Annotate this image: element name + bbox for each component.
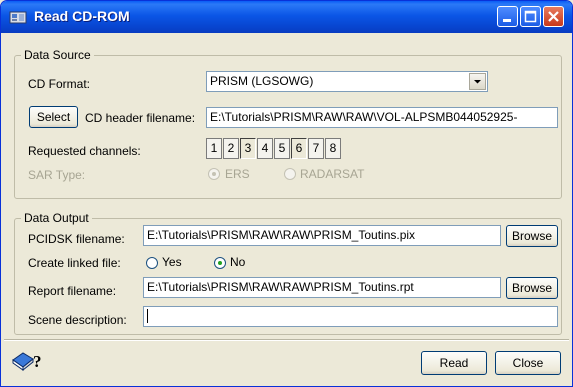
- scene-description-field[interactable]: [143, 306, 558, 327]
- channel-3-button[interactable]: 3: [240, 138, 256, 159]
- help-book-icon: ?: [12, 352, 42, 372]
- scene-description-label: Scene description:: [28, 313, 127, 327]
- read-button[interactable]: Read: [421, 351, 487, 375]
- cd-header-label: CD header filename:: [85, 111, 196, 125]
- channel-2-button[interactable]: 2: [223, 138, 239, 159]
- cd-format-label: CD Format:: [28, 77, 91, 91]
- linked-yes-radio[interactable]: [146, 257, 158, 269]
- channel-7-button[interactable]: 7: [308, 138, 324, 159]
- chevron-down-icon[interactable]: [469, 73, 486, 90]
- data-output-legend: Data Output: [21, 211, 92, 225]
- cd-format-select[interactable]: PRISM (LGSOWG): [206, 71, 488, 92]
- requested-channels-label: Requested channels:: [28, 144, 141, 158]
- linked-file-label: Create linked file:: [28, 256, 121, 270]
- pcidsk-label: PCIDSK filename:: [28, 232, 125, 246]
- help-button[interactable]: ?: [11, 347, 45, 373]
- sar-type-label: SAR Type:: [28, 168, 86, 182]
- close-button[interactable]: Close: [495, 351, 561, 375]
- minimize-button[interactable]: [497, 6, 518, 27]
- channel-5-button[interactable]: 5: [274, 138, 290, 159]
- pcidsk-browse-button[interactable]: Browse: [506, 225, 558, 247]
- linked-no-radio[interactable]: [214, 257, 226, 269]
- cd-header-field[interactable]: E:\Tutorials\PRISM\RAW\RAW\VOL-ALPSMB044…: [206, 107, 558, 128]
- close-icon: [548, 11, 559, 22]
- maximize-icon: [524, 10, 537, 23]
- svg-text:?: ?: [33, 352, 42, 371]
- window-title: Read CD-ROM: [34, 8, 130, 24]
- maximize-button[interactable]: [520, 6, 541, 27]
- channel-4-button[interactable]: 4: [257, 138, 273, 159]
- text-cursor: [147, 309, 148, 323]
- minimize-icon: [503, 19, 511, 22]
- report-browse-button[interactable]: Browse: [506, 277, 558, 299]
- report-field[interactable]: E:\Tutorials\PRISM\RAW\RAW\PRISM_Toutins…: [143, 277, 501, 298]
- app-icon: [9, 11, 27, 24]
- close-window-button[interactable]: [543, 6, 564, 27]
- sar-ers-label: ERS: [225, 167, 250, 181]
- report-label: Report filename:: [28, 284, 117, 298]
- pcidsk-field[interactable]: E:\Tutorials\PRISM\RAW\RAW\PRISM_Toutins…: [143, 225, 501, 246]
- title-bar[interactable]: Read CD-ROM: [1, 1, 572, 33]
- channel-1-button[interactable]: 1: [206, 138, 222, 159]
- data-source-legend: Data Source: [21, 48, 94, 62]
- channel-8-button[interactable]: 8: [325, 138, 341, 159]
- cd-format-value: PRISM (LGSOWG): [210, 74, 314, 88]
- footer-separator: [4, 339, 569, 341]
- linked-no-label: No: [230, 255, 246, 269]
- channel-6-button[interactable]: 6: [291, 138, 307, 159]
- sar-radarsat-radio[interactable]: [284, 168, 296, 180]
- sar-ers-radio[interactable]: [208, 168, 220, 180]
- linked-yes-label: Yes: [162, 255, 182, 269]
- sar-radarsat-label: RADARSAT: [300, 167, 365, 181]
- select-button[interactable]: Select: [29, 106, 78, 128]
- read-cd-rom-dialog: Read CD-ROM Data Source CD Format: PRISM…: [0, 0, 573, 387]
